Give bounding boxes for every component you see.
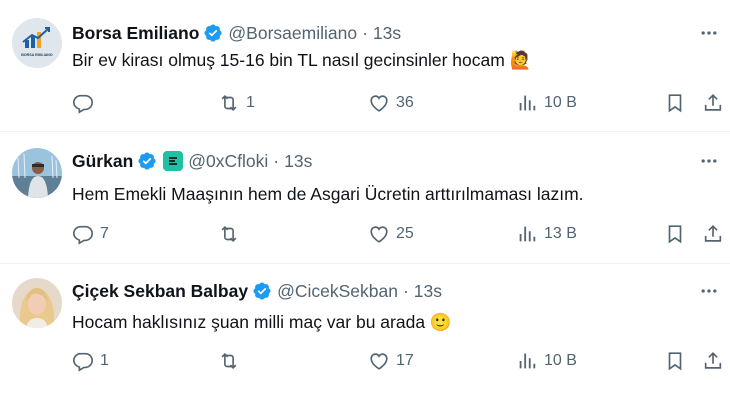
action-bar: 7 25 13 B xyxy=(72,222,722,246)
tweet-header: Borsa Emiliano @Borsaemiliano · 13s xyxy=(72,21,670,45)
like-button[interactable]: 17 xyxy=(368,349,414,373)
views-icon xyxy=(516,350,538,372)
bookmark-icon xyxy=(664,92,686,114)
reply-button[interactable]: 7 xyxy=(72,222,109,246)
share-button[interactable] xyxy=(702,91,724,115)
share-icon xyxy=(702,223,724,245)
share-button[interactable] xyxy=(702,349,724,373)
reply-icon xyxy=(72,223,94,245)
bookmark-icon xyxy=(664,350,686,372)
tweet[interactable]: Çiçek Sekban Balbay @CicekSekban · 13s H… xyxy=(0,264,730,420)
reply-button[interactable]: 1 xyxy=(72,349,109,373)
like-count: 25 xyxy=(396,225,414,242)
repost-button[interactable]: 1 xyxy=(218,91,255,115)
timestamp[interactable]: 13s xyxy=(284,151,312,172)
reply-count: 7 xyxy=(100,225,109,242)
tweet-text: Hem Emekli Maaşının hem de Asgari Ücreti… xyxy=(72,184,584,204)
like-icon xyxy=(368,350,390,372)
svg-text:BORSA EMILIANO: BORSA EMILIANO xyxy=(21,53,53,57)
more-icon[interactable] xyxy=(698,22,720,44)
share-icon xyxy=(702,350,724,372)
share-icon xyxy=(702,92,724,114)
bookmark-icon xyxy=(664,223,686,245)
like-button[interactable]: 25 xyxy=(368,222,414,246)
views-count: 13 B xyxy=(544,225,577,242)
like-count: 17 xyxy=(396,352,414,369)
reply-count: 1 xyxy=(100,352,109,369)
tweet-header: Çiçek Sekban Balbay @CicekSekban · 13s xyxy=(72,279,670,303)
avatar[interactable] xyxy=(12,278,62,328)
verified-icon xyxy=(137,151,157,171)
views-count: 10 B xyxy=(544,352,577,369)
author-name[interactable]: Çiçek Sekban Balbay xyxy=(72,281,248,302)
borsa-logo-icon: BORSA EMILIANO xyxy=(12,18,62,68)
like-count: 36 xyxy=(396,94,414,111)
tweet-text: Bir ev kirası olmuş 15-16 bin TL nasıl g… xyxy=(72,50,532,70)
reply-icon xyxy=(72,92,94,114)
like-icon xyxy=(368,92,390,114)
avatar[interactable]: BORSA EMILIANO xyxy=(12,18,62,68)
repost-count: 1 xyxy=(246,94,255,111)
like-button[interactable]: 36 xyxy=(368,91,414,115)
timestamp[interactable]: 13s xyxy=(373,23,401,44)
author-name[interactable]: Gürkan xyxy=(72,151,133,172)
profile-photo-icon xyxy=(12,278,62,328)
repost-icon xyxy=(218,350,240,372)
separator: · xyxy=(362,22,368,43)
views-button[interactable]: 13 B xyxy=(516,222,577,246)
bookmark-button[interactable] xyxy=(664,349,686,373)
separator: · xyxy=(402,280,409,301)
author-handle[interactable]: @CicekSekban xyxy=(277,281,398,302)
bookmark-button[interactable] xyxy=(664,222,686,246)
share-button[interactable] xyxy=(702,222,724,246)
repost-button[interactable] xyxy=(218,349,246,373)
views-count: 10 B xyxy=(544,94,577,111)
like-icon xyxy=(368,223,390,245)
repost-icon xyxy=(218,223,240,245)
more-icon[interactable] xyxy=(698,150,720,172)
verified-icon xyxy=(252,281,272,301)
author-handle[interactable]: @Borsaemiliano xyxy=(228,23,357,44)
tweet-text: Hocam haklısınız şuan milli maç var bu a… xyxy=(72,312,452,332)
verified-icon xyxy=(203,23,223,43)
profile-photo-icon xyxy=(12,148,62,198)
more-icon[interactable] xyxy=(698,280,720,302)
action-bar: 1 17 10 B xyxy=(72,349,722,373)
repost-icon xyxy=(218,92,240,114)
author-handle[interactable]: @0xCfloki xyxy=(188,151,268,172)
repost-button[interactable] xyxy=(218,222,246,246)
views-button[interactable]: 10 B xyxy=(516,91,577,115)
timestamp[interactable]: 13s xyxy=(414,281,442,302)
action-bar: 1 36 10 B xyxy=(72,91,722,115)
reply-button[interactable] xyxy=(72,91,100,115)
affiliate-badge-icon[interactable] xyxy=(163,151,184,171)
views-icon xyxy=(516,92,538,114)
tweet-header: Gürkan @0xCfloki · 13s xyxy=(72,149,670,173)
tweet[interactable]: BORSA EMILIANO Borsa Emiliano @Borsaemil… xyxy=(0,0,730,132)
views-button[interactable]: 10 B xyxy=(516,349,577,373)
views-icon xyxy=(516,223,538,245)
tweet[interactable]: Gürkan @0xCfloki · 13s Hem Emekli Maaşın… xyxy=(0,132,730,264)
avatar[interactable] xyxy=(12,148,62,198)
separator: · xyxy=(273,150,280,171)
bookmark-button[interactable] xyxy=(664,91,686,115)
author-name[interactable]: Borsa Emiliano xyxy=(72,23,199,44)
reply-icon xyxy=(72,350,94,372)
